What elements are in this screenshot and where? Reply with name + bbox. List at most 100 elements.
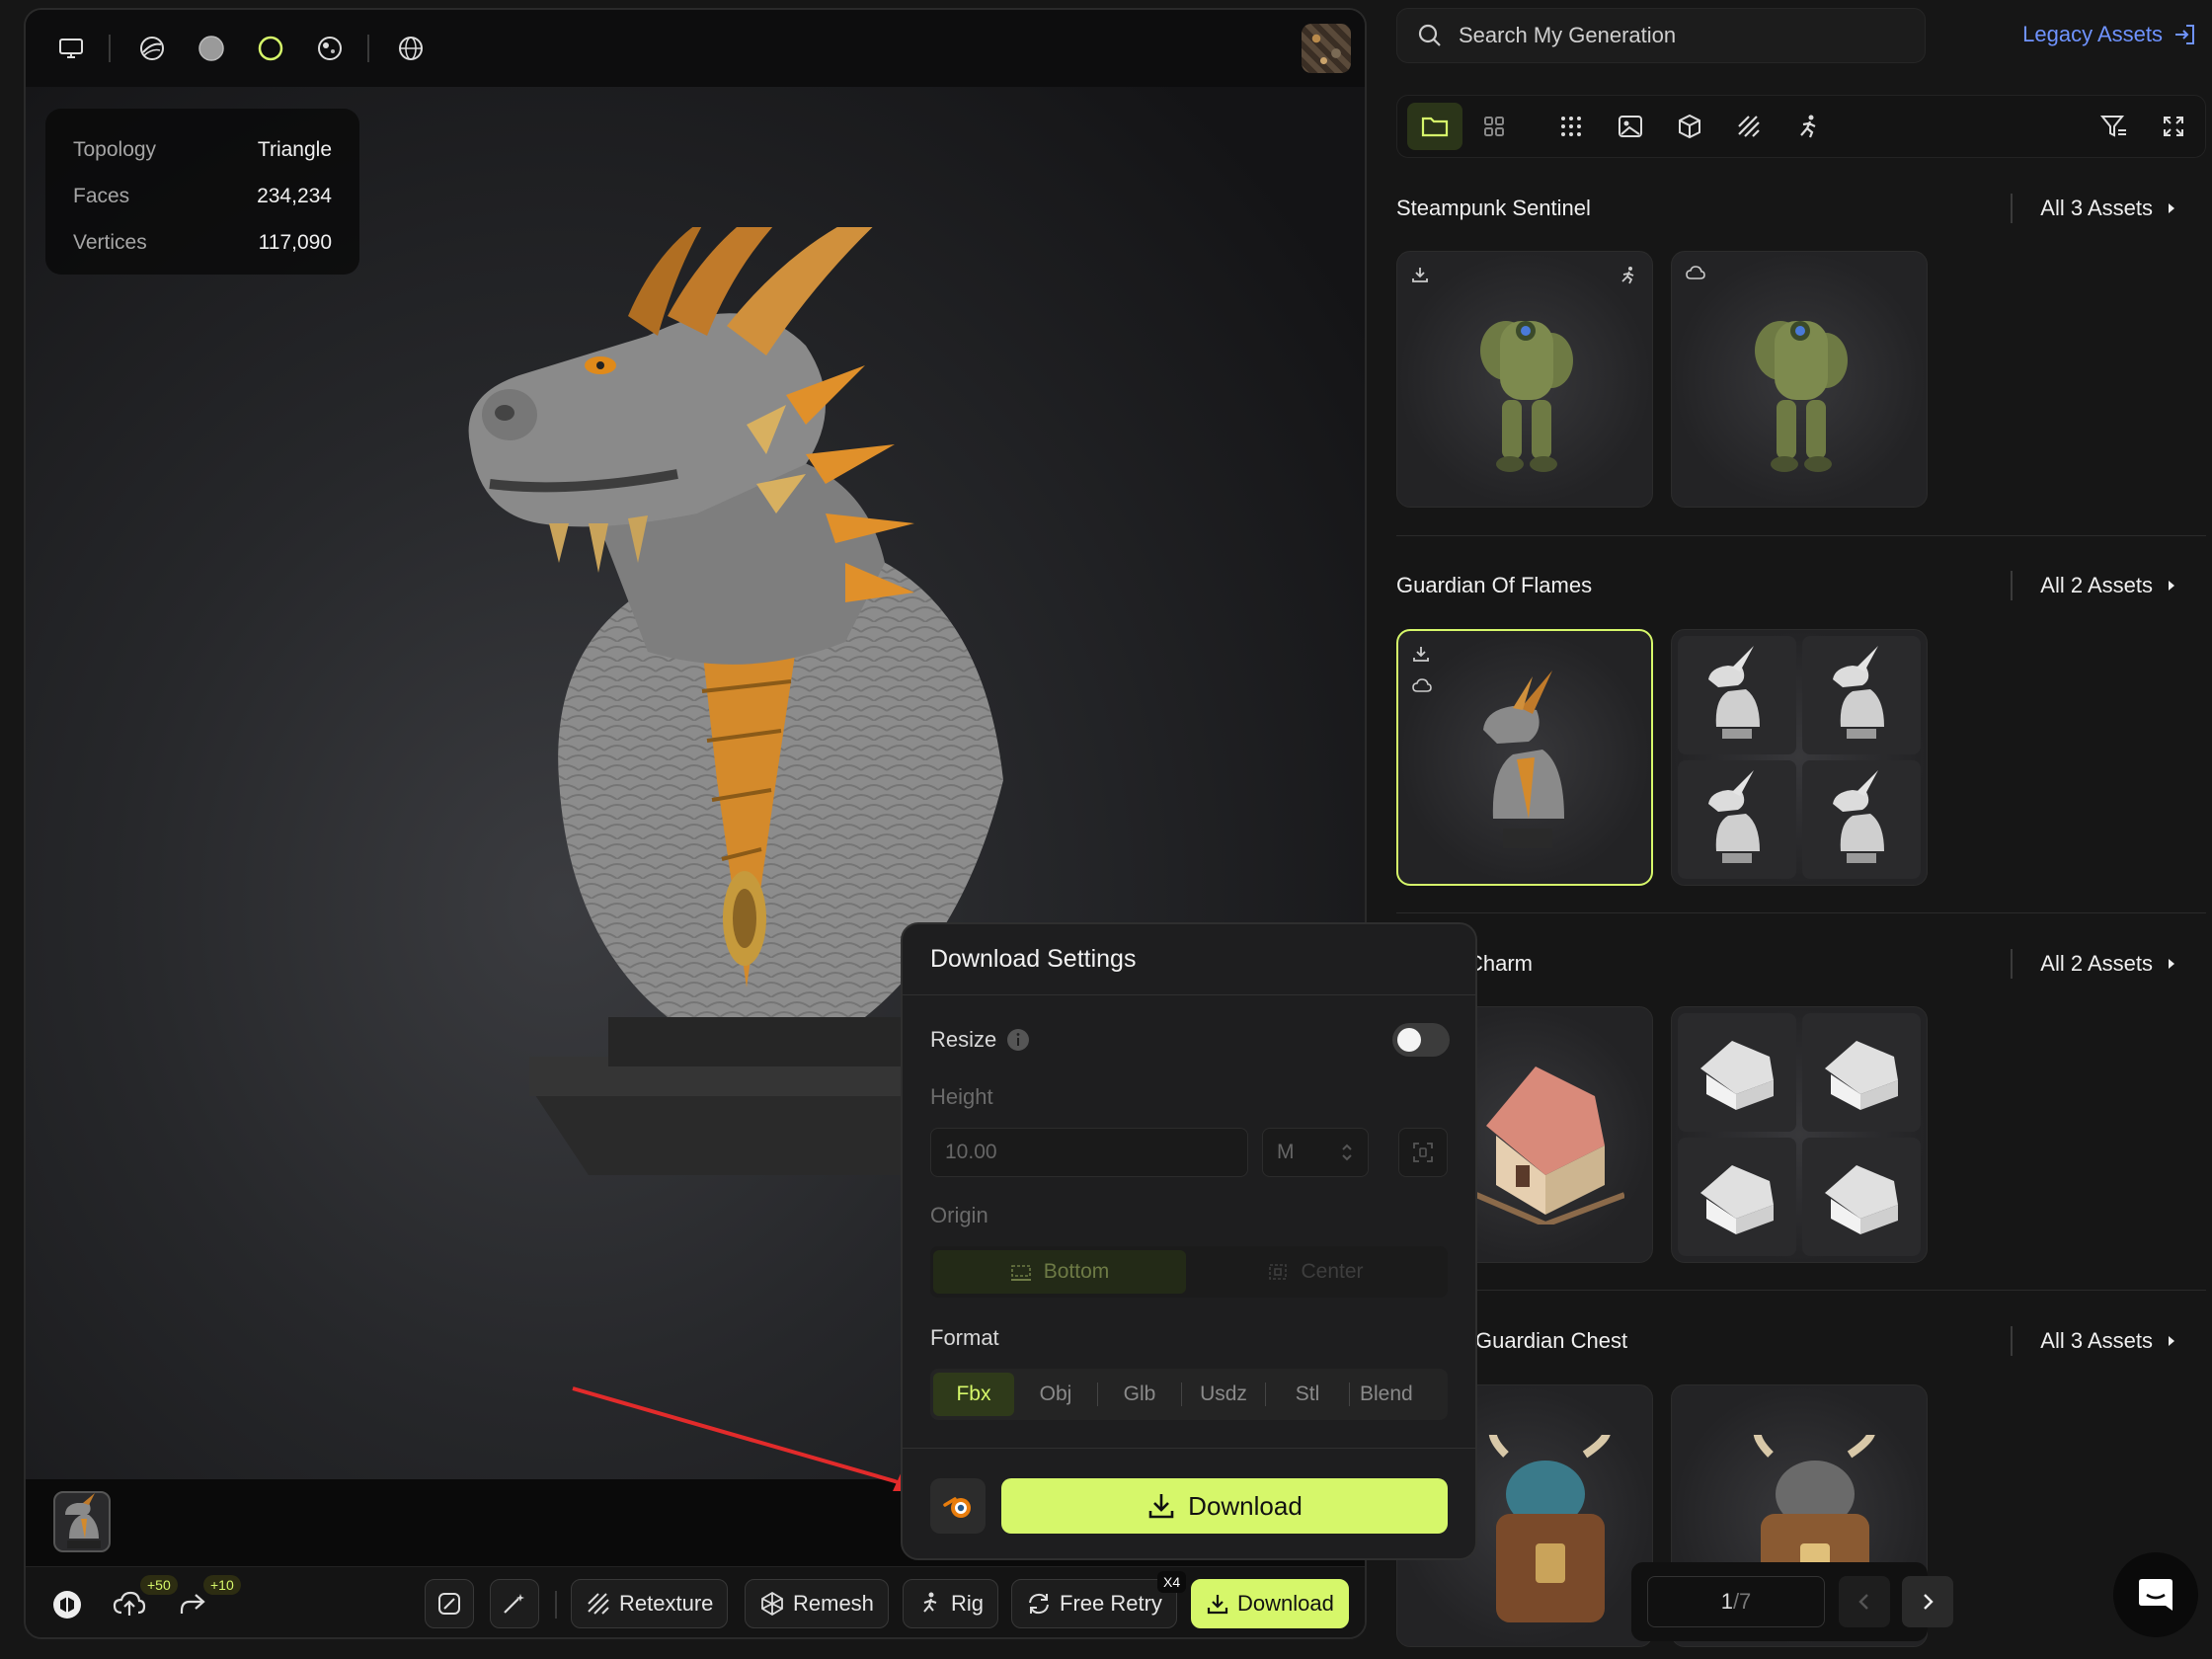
- info-icon[interactable]: [1006, 1028, 1030, 1052]
- remesh-icon: [761, 1591, 783, 1617]
- format-option-fbx[interactable]: Fbx: [933, 1373, 1014, 1416]
- magic-wand-icon: [504, 1594, 524, 1614]
- view-all-label: All 2 Assets: [2040, 573, 2153, 597]
- image-icon[interactable]: [1603, 103, 1658, 150]
- asset-card-variants[interactable]: [1671, 629, 1928, 886]
- page-indicator[interactable]: 1/7: [1647, 1576, 1825, 1627]
- prev-page-button[interactable]: [1839, 1576, 1890, 1627]
- dialog-footer: Download: [903, 1448, 1475, 1558]
- format-option-blend[interactable]: Blend: [1350, 1373, 1435, 1416]
- view-all-label: All 3 Assets: [2040, 196, 2153, 220]
- variant-grid: [1678, 636, 1921, 879]
- library-filter-bar: [1396, 95, 2206, 158]
- caret-right-icon: [2169, 1336, 2174, 1346]
- viewer-toolbar: [26, 10, 1365, 87]
- stat-value: 117,090: [258, 230, 332, 254]
- retexture-button[interactable]: Retexture: [571, 1579, 729, 1628]
- retry-count-badge: X4: [1157, 1571, 1187, 1593]
- view-all-assets-link[interactable]: All 3 Assets: [2040, 1328, 2176, 1354]
- next-page-button[interactable]: [1902, 1576, 1953, 1627]
- card-status-icons: [1686, 266, 1705, 281]
- view-all-assets-link[interactable]: All 2 Assets: [2040, 573, 2176, 598]
- annotation-arrow: [572, 1386, 924, 1491]
- format-option-usdz[interactable]: Usdz: [1182, 1373, 1265, 1416]
- variant-thumbnail[interactable]: [1802, 636, 1921, 754]
- animation-icon[interactable]: [1780, 103, 1836, 150]
- variant-thumbnail[interactable]: [1678, 636, 1796, 754]
- variant-thumbnail[interactable]: [1678, 760, 1796, 879]
- rig-button[interactable]: Rig: [903, 1579, 999, 1628]
- blender-export-button[interactable]: [930, 1478, 986, 1534]
- current-model-thumbnail[interactable]: [53, 1491, 111, 1552]
- stat-row: Vertices 117,090: [73, 219, 332, 266]
- caret-right-icon: [2169, 959, 2174, 969]
- monitor-icon[interactable]: [49, 27, 93, 70]
- legacy-assets-link[interactable]: Legacy Assets: [2022, 22, 2196, 47]
- sign-in-icon: [2175, 25, 2194, 44]
- origin-center-option[interactable]: Center: [1186, 1250, 1445, 1294]
- robot-model-thumbnail: [1755, 321, 1848, 472]
- resize-row: Resize: [930, 1027, 1030, 1053]
- asset-card-variants[interactable]: [1671, 1006, 1928, 1263]
- variant-thumbnail[interactable]: [1678, 1013, 1796, 1132]
- stat-row: Faces 234,234: [73, 173, 332, 219]
- height-label: Height: [930, 1084, 993, 1109]
- asset-group-title: Guardian Of Flames: [1396, 573, 1593, 597]
- download-label: Download: [1237, 1591, 1334, 1616]
- current-page: 1: [1720, 1589, 1733, 1614]
- auto-measure-button[interactable]: [1398, 1128, 1448, 1177]
- textured-sphere-icon[interactable]: [308, 27, 352, 70]
- asset-group-header: Guardian Chest All 3 Assets: [1396, 1321, 2206, 1361]
- bottom-toolbar: +50 +10 Retexture Remesh Rig Free Retry …: [26, 1566, 1365, 1637]
- caret-right-icon: [2169, 581, 2174, 591]
- chevron-right-icon: [1924, 1594, 1934, 1610]
- asset-card[interactable]: [1396, 251, 1653, 508]
- support-chat-button[interactable]: [2113, 1552, 2198, 1637]
- fullscreen-icon[interactable]: [2146, 103, 2201, 150]
- outline-sphere-icon[interactable]: [249, 27, 292, 70]
- format-option-stl[interactable]: Stl: [1266, 1373, 1349, 1416]
- download-icon: [1148, 1494, 1174, 1519]
- dialog-download-button[interactable]: Download: [1001, 1478, 1448, 1534]
- dialog-download-label: Download: [1188, 1490, 1303, 1521]
- variant-thumbnail[interactable]: [1802, 1013, 1921, 1132]
- search-input[interactable]: Search My Generation: [1396, 8, 1926, 63]
- align-center-icon: [1269, 1264, 1288, 1280]
- view-all-assets-link[interactable]: All 2 Assets: [2040, 951, 2176, 977]
- search-placeholder: Search My Generation: [1459, 23, 1677, 47]
- grid-view-icon[interactable]: [1466, 103, 1522, 150]
- upload-cloud-icon[interactable]: [113, 1589, 146, 1623]
- filter-icon[interactable]: [2087, 103, 2142, 150]
- view-all-assets-link[interactable]: All 3 Assets: [2040, 196, 2176, 221]
- solid-sphere-icon[interactable]: [190, 27, 233, 70]
- variant-thumbnail[interactable]: [1802, 1138, 1921, 1256]
- cube-icon[interactable]: [1662, 103, 1717, 150]
- resize-toggle[interactable]: [1392, 1023, 1450, 1057]
- wireframe-sphere-icon[interactable]: [130, 27, 174, 70]
- height-input[interactable]: 10.00: [930, 1128, 1248, 1177]
- format-option-obj[interactable]: Obj: [1014, 1373, 1097, 1416]
- header-divider: [2011, 571, 2013, 600]
- globe-icon[interactable]: [389, 27, 433, 70]
- share-icon[interactable]: [176, 1589, 207, 1623]
- folder-icon[interactable]: [1407, 103, 1462, 150]
- origin-bottom-option[interactable]: Bottom: [933, 1250, 1186, 1294]
- environment-map-thumbnail[interactable]: [1302, 24, 1351, 73]
- format-option-glb[interactable]: Glb: [1098, 1373, 1181, 1416]
- free-retry-button[interactable]: Free Retry: [1011, 1579, 1177, 1628]
- asset-card[interactable]: [1671, 251, 1928, 508]
- variant-thumbnail[interactable]: [1678, 1138, 1796, 1256]
- remesh-button[interactable]: Remesh: [745, 1579, 889, 1628]
- logo-icon[interactable]: [49, 1587, 85, 1627]
- texture-icon[interactable]: [1721, 103, 1777, 150]
- unit-select[interactable]: M: [1262, 1128, 1369, 1177]
- magic-edit-button[interactable]: [490, 1579, 539, 1628]
- asset-card-selected[interactable]: [1396, 629, 1653, 886]
- all-items-icon[interactable]: [1543, 103, 1599, 150]
- variant-thumbnail[interactable]: [1802, 760, 1921, 879]
- origin-label: Origin: [930, 1203, 988, 1227]
- chevron-left-icon: [1858, 1594, 1868, 1610]
- download-button[interactable]: Download: [1191, 1579, 1349, 1628]
- texture-paint-button[interactable]: [425, 1579, 474, 1628]
- blender-icon: [943, 1497, 971, 1518]
